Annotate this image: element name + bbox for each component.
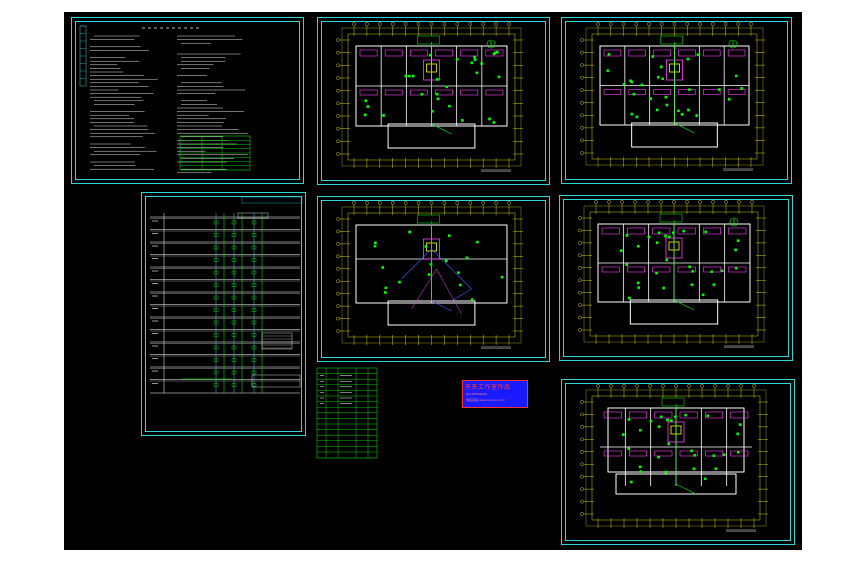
- stamp-title: 天天工作室作品: [465, 384, 511, 391]
- riser-diagram-content: [150, 196, 303, 394]
- design-notes-content: [79, 25, 251, 174]
- floor-plan-4-drawing: [578, 200, 766, 348]
- equipment-table-grid: [316, 367, 378, 459]
- sheet-floor-plan-2[interactable]: [561, 17, 792, 184]
- stamp-contact: QQ:00000000: [466, 392, 488, 396]
- author-stamp: 天天工作室作品 QQ:00000000 淘宝店铺 www.xxxxxx.com: [462, 380, 528, 408]
- sheet-floor-plan-5[interactable]: [561, 379, 795, 545]
- floor-plan-3-drawing: [336, 201, 523, 349]
- sheet-design-notes[interactable]: [71, 17, 304, 184]
- sheet-riser-diagram[interactable]: [141, 192, 306, 436]
- floor-plan-1-drawing: [336, 22, 523, 172]
- floor-plan-2-drawing: [580, 22, 765, 171]
- sheet-floor-plan-4[interactable]: [559, 195, 793, 361]
- sheet-floor-plan-3[interactable]: [317, 196, 550, 362]
- sheet-floor-plan-1[interactable]: [317, 17, 550, 185]
- floor-plan-5-drawing: [580, 384, 768, 532]
- equipment-table[interactable]: [316, 367, 378, 459]
- drawing-canvas[interactable]: 天天工作室作品 QQ:00000000 淘宝店铺 www.xxxxxx.com: [64, 12, 802, 550]
- stamp-website: 淘宝店铺 www.xxxxxx.com: [466, 398, 506, 402]
